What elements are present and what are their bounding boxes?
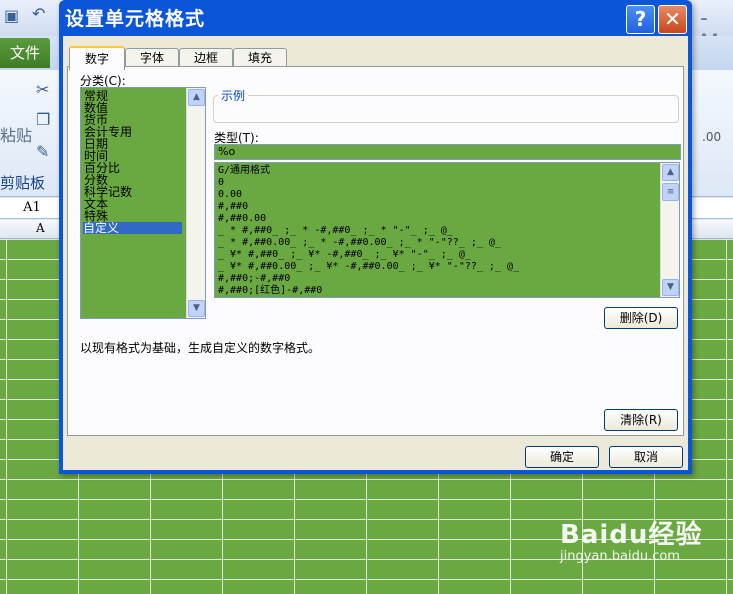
description-text: 以现有格式为基础，生成自定义的数字格式。 [80, 341, 321, 355]
category-item-selected[interactable]: 自定义 [83, 222, 182, 234]
format-cells-dialog: 设置单元格格式 ? ✕ 数字 字体 边框 填充 分类(C): 常规 数值 货币 … [59, 0, 692, 474]
format-item[interactable]: #,##0;-#,##0 [218, 273, 290, 285]
format-item[interactable]: #,##0;[红色]-#,##0 [218, 285, 322, 297]
scroll-up-icon[interactable]: ▲ [662, 164, 679, 181]
format-item[interactable]: #,##0 [218, 201, 248, 213]
format-item[interactable]: 0 [218, 177, 224, 189]
format-list-scrollbar[interactable]: ▲ ≡ ▼ [660, 163, 679, 297]
watermark-url: jingyan.baidu.com [560, 549, 680, 564]
format-item[interactable]: _ ¥* #,##0.00_ ;_ ¥* -#,##0.00_ ;_ ¥* "-… [218, 261, 519, 273]
number-tab-panel: 分类(C): 常规 数值 货币 会计专用 日期 时间 百分比 分数 科学记数 文… [67, 66, 684, 436]
category-list[interactable]: 常规 数值 货币 会计专用 日期 时间 百分比 分数 科学记数 文本 特殊 自定… [80, 87, 206, 319]
close-button[interactable]: ✕ [658, 5, 687, 34]
paste-button[interactable]: 粘贴 [0, 122, 32, 146]
format-item[interactable]: _ * #,##0_ ;_ * -#,##0_ ;_ * "-"_ ;_ @_ [218, 225, 453, 237]
clipboard-group-label: 剪贴板 [0, 174, 46, 192]
decrease-decimal-icon[interactable]: .00 [702, 130, 722, 150]
save-icon[interactable]: ▣ [4, 6, 24, 26]
format-item[interactable]: _ * #,##0.00_ ;_ * -#,##0.00_ ;_ * "-"??… [218, 237, 501, 249]
cancel-button[interactable]: 取消 [609, 446, 683, 468]
scroll-down-icon[interactable]: ▼ [662, 279, 679, 296]
format-item[interactable]: #,##0.00 [218, 213, 266, 225]
delete-button[interactable]: 删除(D) [604, 307, 678, 329]
dialog-title: 设置单元格格式 [65, 8, 206, 30]
watermark: Baidu经验 jingyan.baidu.com [560, 514, 702, 564]
dialog-body: 数字 字体 边框 填充 分类(C): 常规 数值 货币 会计专用 日期 时间 百… [63, 36, 688, 470]
type-input[interactable]: %o [214, 144, 681, 160]
file-tab[interactable]: 文件 [0, 38, 50, 68]
tab-font[interactable]: 字体 [125, 48, 179, 68]
watermark-logo-text: Baidu经验 [560, 520, 703, 550]
format-painter-icon[interactable]: ✎ [36, 142, 56, 162]
scroll-down-icon[interactable]: ▼ [188, 300, 205, 317]
format-list[interactable]: G/通用格式 0 0.00 #,##0 #,##0.00 _ * #,##0_ … [214, 162, 680, 298]
ok-button[interactable]: 确定 [525, 446, 599, 468]
format-item[interactable]: 0.00 [218, 189, 242, 201]
name-box[interactable]: A1 [0, 198, 64, 218]
scroll-up-icon[interactable]: ▲ [188, 89, 205, 106]
scroll-thumb[interactable]: ≡ [662, 183, 679, 201]
format-item[interactable]: _ ¥* #,##0_ ;_ ¥* -#,##0_ ;_ ¥* "-"_ ;_ … [218, 249, 471, 261]
tab-fill[interactable]: 填充 [233, 48, 287, 68]
help-button[interactable]: ? [626, 5, 655, 34]
cut-icon[interactable]: ✂ [36, 80, 56, 100]
copy-icon[interactable]: ❐ [36, 110, 56, 130]
sample-label: 示例 [218, 87, 249, 104]
tab-number[interactable]: 数字 [69, 46, 125, 70]
tab-border[interactable]: 边框 [179, 48, 233, 68]
column-header-a[interactable]: A [36, 221, 45, 235]
sample-group [213, 95, 679, 123]
category-scrollbar[interactable]: ▲ ▼ [186, 88, 205, 318]
undo-icon[interactable]: ↶ [32, 4, 52, 24]
clear-button[interactable]: 清除(R) [604, 409, 678, 431]
format-item[interactable]: G/通用格式 [218, 165, 270, 177]
